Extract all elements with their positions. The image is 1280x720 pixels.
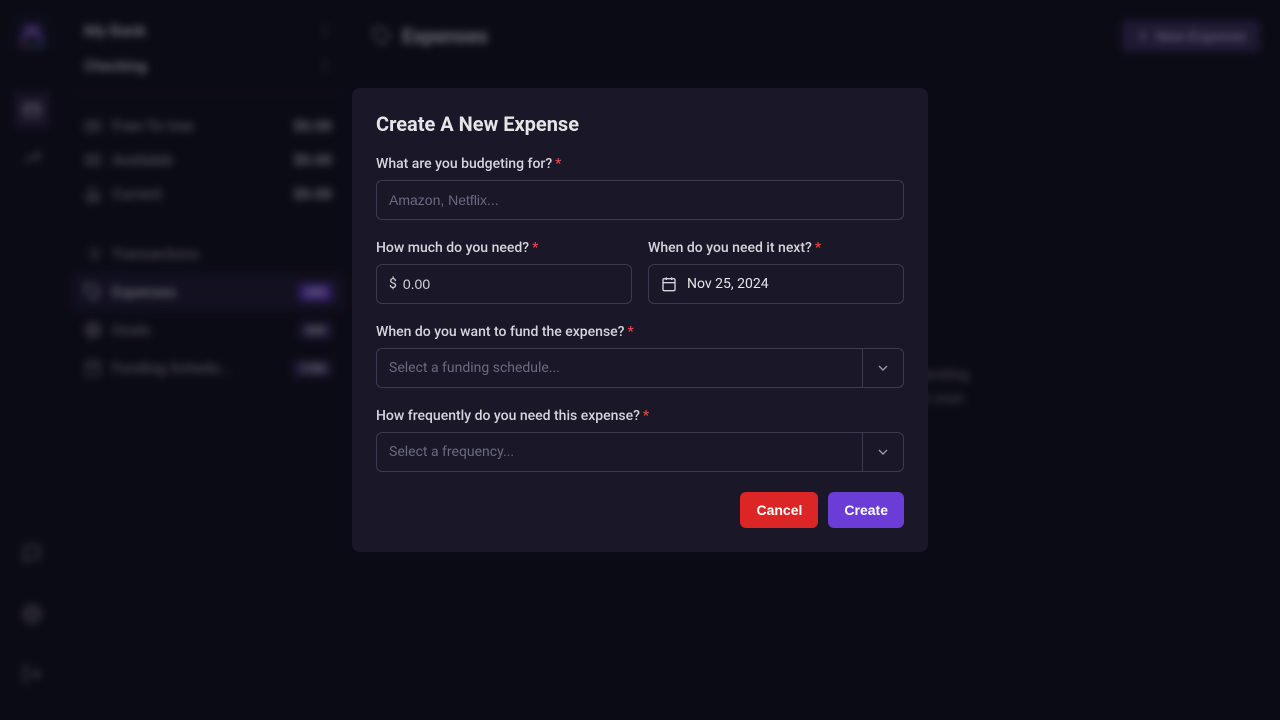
modal-overlay[interactable]: Create A New Expense What are you budget…	[0, 0, 1280, 720]
frequency-select[interactable]: Select a frequency...	[376, 432, 904, 472]
currency-prefix: $	[389, 276, 397, 292]
modal-title: Create A New Expense	[376, 112, 904, 136]
date-input[interactable]: Nov 25, 2024	[648, 264, 904, 304]
amount-input[interactable]	[403, 276, 619, 292]
calendar-icon	[661, 276, 677, 292]
amount-label: How much do you need?*	[376, 240, 632, 256]
create-button[interactable]: Create	[828, 492, 904, 528]
chevron-down-icon	[862, 349, 891, 387]
chevron-down-icon	[862, 433, 891, 471]
date-label: When do you need it next?*	[648, 240, 904, 256]
select-placeholder: Select a funding schedule...	[389, 360, 560, 376]
name-label: What are you budgeting for?*	[376, 156, 904, 172]
funding-select[interactable]: Select a funding schedule...	[376, 348, 904, 388]
funding-label: When do you want to fund the expense?*	[376, 324, 904, 340]
date-value: Nov 25, 2024	[687, 276, 769, 292]
create-expense-modal: Create A New Expense What are you budget…	[352, 88, 928, 552]
amount-input-wrapper[interactable]: $	[376, 264, 632, 304]
name-input[interactable]	[376, 180, 904, 220]
frequency-label: How frequently do you need this expense?…	[376, 408, 904, 424]
select-placeholder: Select a frequency...	[389, 444, 514, 460]
cancel-button[interactable]: Cancel	[740, 492, 818, 528]
